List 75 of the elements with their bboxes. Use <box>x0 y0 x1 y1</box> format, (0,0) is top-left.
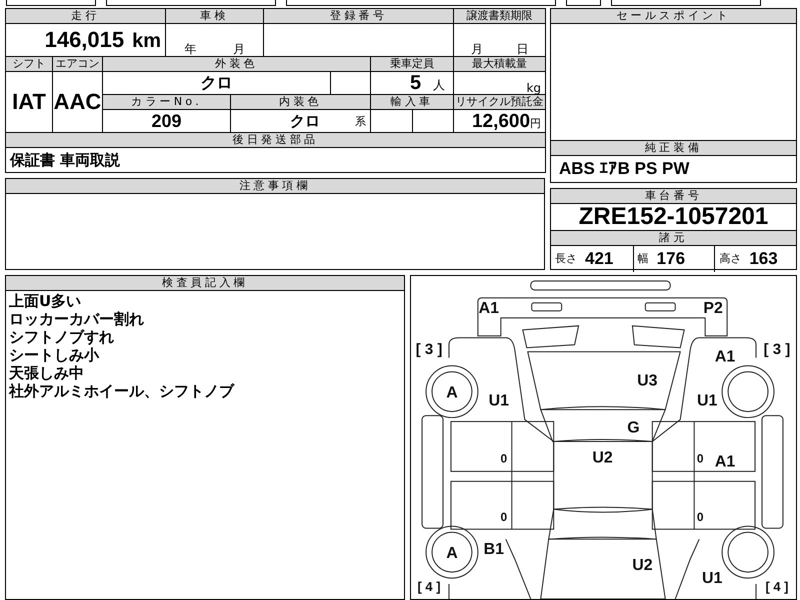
damage-code: B1 <box>484 541 504 558</box>
damage-code: A1 <box>714 348 736 366</box>
section-header: 検査員記入欄 <box>6 276 404 291</box>
exterior-color-value: クロ <box>102 72 331 94</box>
section-header: 注意事項欄 <box>6 179 544 194</box>
column-header: カラーNo. <box>102 94 231 110</box>
damage-code: U1 <box>697 392 718 410</box>
equipment-value: ABS ｴｱB PS PW <box>558 158 690 180</box>
inspector-note: 天張しみ中 <box>9 364 85 382</box>
capacity-value: 5 <box>410 72 422 94</box>
damage-code: A <box>446 384 458 402</box>
damage-code: 0 <box>696 510 704 524</box>
day-label: 日 <box>516 43 528 55</box>
damage-code: A1 <box>714 453 736 470</box>
inspector-note: 上面U多い <box>9 292 82 310</box>
damage-code: A <box>446 545 458 562</box>
damage-code: 0 <box>500 510 508 524</box>
section-header: セールスポイント <box>551 9 796 24</box>
dimension-label: 幅 <box>638 250 649 266</box>
damage-code: 0 <box>696 451 704 466</box>
section-header: 純正装備 <box>551 140 796 156</box>
capacity-unit: 人 <box>433 78 446 92</box>
damage-code: U2 <box>592 449 613 466</box>
dimension-value: 421 <box>585 248 614 270</box>
chassis-number: ZRE152-1057201 <box>578 204 770 230</box>
dimension-label: 長さ <box>555 250 577 266</box>
damage-code: U1 <box>488 392 509 410</box>
section-header: 後日発送部品 <box>6 132 546 148</box>
column-header: シフト <box>6 56 52 72</box>
damage-code: P2 <box>703 300 723 317</box>
damage-code: U2 <box>632 557 653 574</box>
damage-code: U3 <box>637 372 658 390</box>
damage-code: [ 4 ] <box>418 579 441 594</box>
interior-color-value: クロ <box>289 114 322 128</box>
damage-code: A1 <box>478 300 500 317</box>
column-header: エアコン <box>52 56 102 72</box>
column-header: 最大積載量 <box>454 56 546 72</box>
damage-code: U1 <box>702 570 722 588</box>
section-header: 諸元 <box>551 230 796 246</box>
column-header: 内装色 <box>230 94 371 110</box>
year-label: 年 <box>184 43 196 55</box>
column-header: リサイクル預託金 <box>454 94 546 110</box>
column-header: 外装色 <box>102 56 371 72</box>
damage-code: 0 <box>500 451 508 466</box>
inspector-note: ロッカーカバー割れ <box>9 310 145 328</box>
load-unit: kg <box>454 72 546 94</box>
inspector-note: シートしみ小 <box>9 346 100 364</box>
recycle-fee-value: 12,600 <box>472 110 530 132</box>
column-header: 車検 <box>166 8 264 24</box>
later-parts-value: 保証書 車両取説 <box>6 148 546 172</box>
month-label: 月 <box>470 43 483 55</box>
damage-code: [ 3 ] <box>764 340 790 358</box>
column-header: 登録番号 <box>264 8 454 24</box>
color-number-value: 209 <box>102 110 231 132</box>
shift-value: IAT <box>6 72 52 132</box>
damage-code: [ 3 ] <box>416 340 442 358</box>
dimension-value: 176 <box>656 248 686 270</box>
yen-unit: 円 <box>530 116 542 130</box>
dimension-value: 163 <box>749 248 778 270</box>
mileage-unit: km <box>132 30 162 52</box>
damage-code: [ 4 ] <box>765 579 788 594</box>
color-suffix: 系 <box>355 116 368 126</box>
column-header: 走行 <box>6 8 166 24</box>
month-label: 月 <box>232 43 245 55</box>
inspector-note: 社外アルミホイール、シフトノブ <box>9 382 236 400</box>
aircon-value: AAC <box>52 72 102 132</box>
damage-code: G <box>627 420 640 437</box>
column-header: 乗車定員 <box>370 56 454 72</box>
column-header: 輸入車 <box>370 94 454 110</box>
dimension-label: 高さ <box>719 250 742 266</box>
mileage-value: 146,015 <box>44 27 124 52</box>
column-header: 譲渡書類期限 <box>454 8 546 24</box>
cut-off-box <box>566 0 601 6</box>
section-header: 車台番号 <box>551 189 796 204</box>
inspector-note: シフトノブすれ <box>9 328 115 346</box>
